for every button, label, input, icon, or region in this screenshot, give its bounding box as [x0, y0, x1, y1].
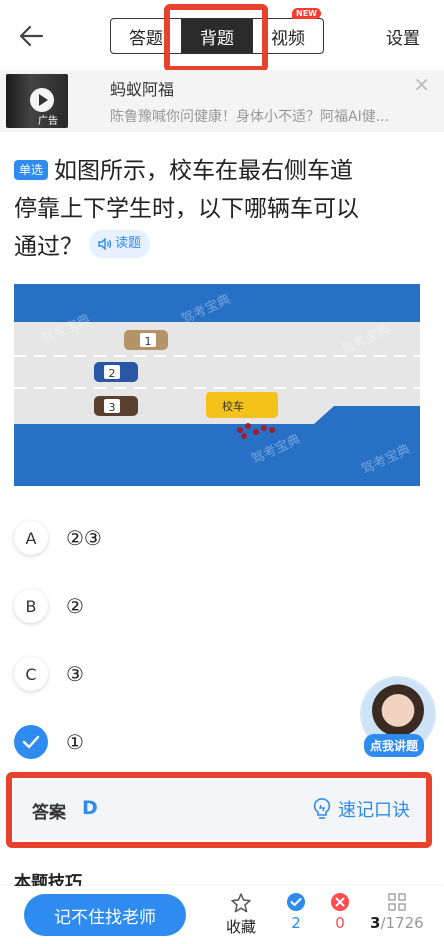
mnemonic-button[interactable]: 速记口诀: [312, 796, 410, 822]
ask-teacher-button[interactable]: 记不住找老师: [24, 894, 186, 936]
question-progress[interactable]: 3/1726: [370, 892, 424, 932]
answer-value: D: [82, 797, 98, 819]
correct-count[interactable]: 2: [286, 892, 306, 932]
check-circle-icon: [287, 893, 305, 911]
wrong-count[interactable]: 0: [330, 892, 350, 932]
ad-thumbnail: 广告: [6, 74, 68, 128]
new-badge: NEW: [292, 8, 321, 19]
svg-text:3: 3: [109, 401, 116, 414]
option-text: ②③: [66, 526, 102, 550]
car-3: 3: [94, 396, 138, 416]
top-bar: 答题 背题 视频 NEW 设置: [0, 0, 444, 72]
speaker-icon: [98, 238, 112, 250]
ad-title: 蚂蚁阿福: [110, 80, 175, 99]
option-text: ②: [66, 594, 84, 618]
svg-text:校车: 校车: [222, 399, 244, 413]
ad-banner[interactable]: 广告 蚂蚁阿福 陈鲁豫喊你问健康！身体小不适？阿福AI健... ×: [0, 70, 444, 132]
close-icon[interactable]: ×: [413, 72, 430, 96]
option-text: ①: [66, 730, 84, 754]
cross-circle-icon: [331, 893, 349, 911]
question-figure: 1 2 3 校车 驾考宝典 驾考宝典 驾考宝典 驾考宝典 驾考宝典: [14, 284, 420, 486]
ad-tag: 广告: [38, 116, 58, 127]
car-1: 1: [124, 330, 168, 350]
checkmark-icon: [14, 725, 48, 759]
grid-icon: [388, 893, 406, 911]
read-question-button[interactable]: 读题: [89, 230, 151, 258]
option-d[interactable]: ①: [14, 722, 314, 762]
star-icon: [231, 893, 251, 913]
answer-panel: 答案 D 速记口诀: [14, 780, 430, 840]
bottom-bar: 记不住找老师 收藏 2 0 3/1726: [0, 886, 444, 944]
option-letter: A: [14, 521, 48, 555]
option-b[interactable]: B ②: [14, 586, 314, 626]
school-bus: 校车: [206, 392, 278, 418]
lightbulb-icon: [313, 798, 331, 819]
svg-text:2: 2: [109, 367, 116, 380]
answer-label: 答案: [32, 803, 66, 823]
option-c[interactable]: C ③: [14, 654, 314, 694]
option-letter: B: [14, 589, 48, 623]
back-arrow-icon[interactable]: [16, 20, 48, 52]
settings-button[interactable]: 设置: [386, 24, 420, 49]
teacher-explain-button[interactable]: 点我讲题: [360, 676, 438, 757]
favorite-button[interactable]: 收藏: [226, 892, 256, 937]
ad-description: 陈鲁豫喊你问健康！身体小不适？阿福AI健...: [110, 109, 390, 125]
tab-memorize[interactable]: 背题: [181, 19, 252, 53]
teacher-label: 点我讲题: [364, 734, 425, 757]
option-a[interactable]: A ②③: [14, 518, 314, 558]
question-type-badge: 单选: [14, 160, 49, 180]
question-text: 单选 如图所示，校车在最右侧车道 停靠上下学生时，以下哪辆车可以 通过？ 读题: [14, 158, 359, 260]
mode-tabs: 答题 背题 视频 NEW: [110, 8, 324, 54]
tab-answer[interactable]: 答题: [111, 19, 181, 53]
option-text: ③: [66, 662, 84, 686]
tab-video[interactable]: 视频 NEW: [252, 8, 323, 53]
svg-text:1: 1: [145, 335, 152, 348]
car-2: 2: [94, 362, 138, 382]
option-letter: C: [14, 657, 48, 691]
play-icon: [30, 88, 54, 112]
